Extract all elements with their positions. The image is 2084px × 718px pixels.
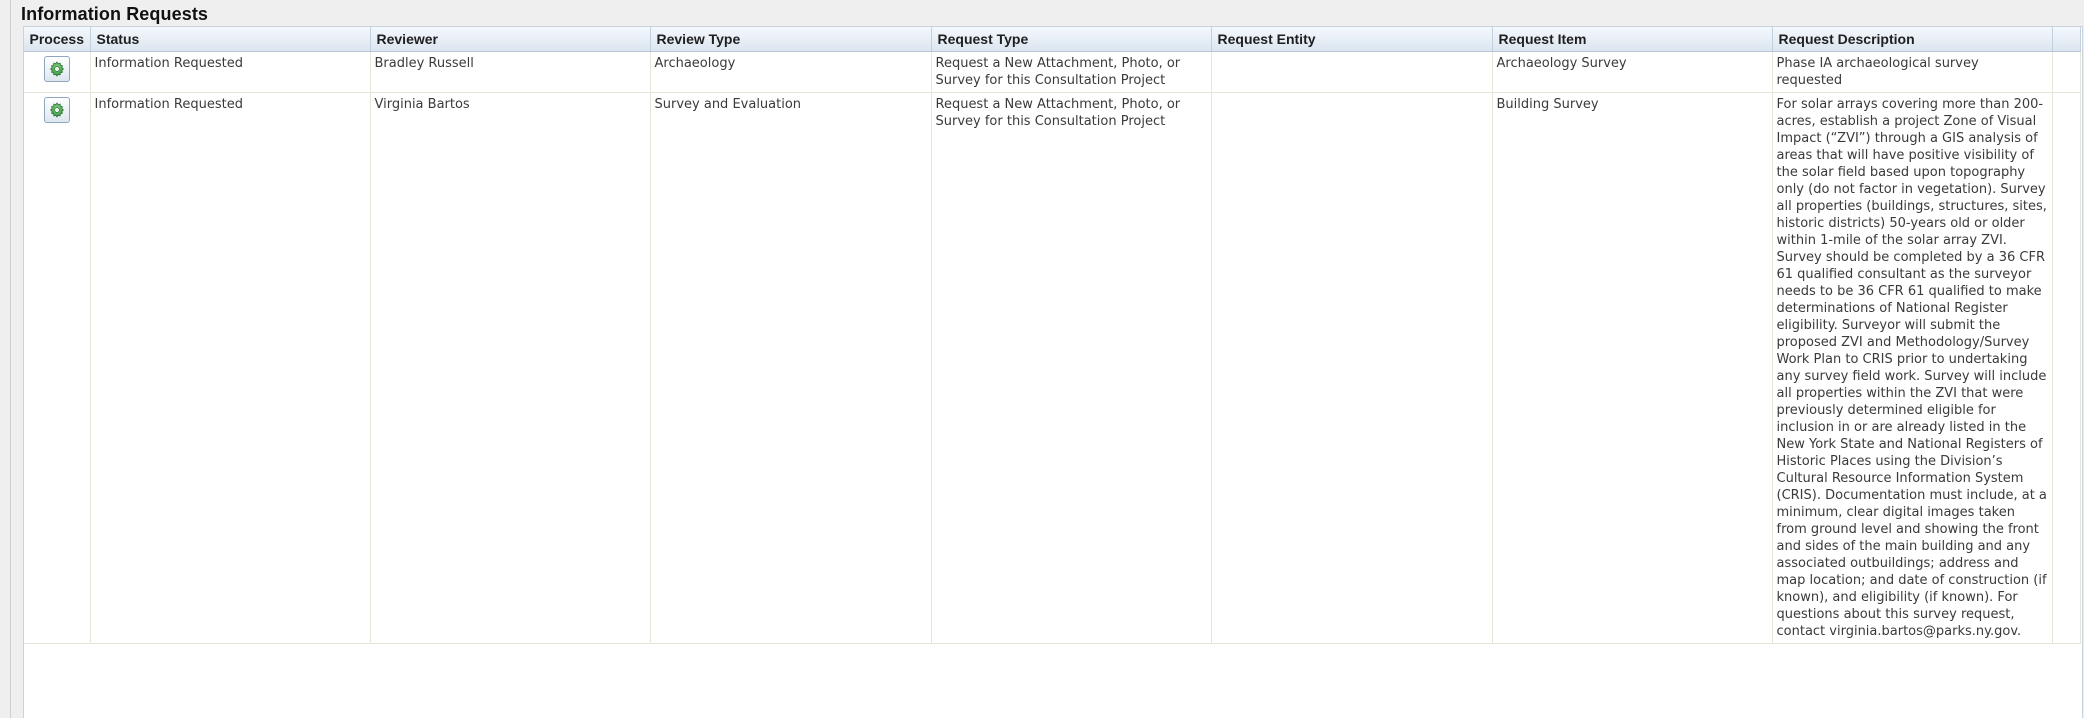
request-description-cell: For solar arrays covering more than 200-… xyxy=(1772,92,2053,644)
column-header-filler xyxy=(2052,27,2081,52)
filler-cell xyxy=(2052,51,2081,93)
process-button[interactable] xyxy=(43,55,70,82)
process-button[interactable] xyxy=(43,96,70,123)
request-entity-cell xyxy=(1211,51,1493,93)
request-item-cell: Archaeology Survey xyxy=(1492,51,1773,93)
column-header-request-description[interactable]: Request Description xyxy=(1772,27,2053,52)
column-header-request-item[interactable]: Request Item xyxy=(1492,27,1773,52)
reviewer-cell: Bradley Russell xyxy=(370,51,651,93)
information-requests-panel: Information Requests Process Status Revi… xyxy=(10,0,2084,718)
review-type-cell: Archaeology xyxy=(650,51,932,93)
information-requests-grid: Process Status Reviewer Review Type Requ… xyxy=(23,26,2083,718)
column-header-request-type[interactable]: Request Type xyxy=(931,27,1212,52)
request-type-cell: Request a New Attachment, Photo, or Surv… xyxy=(931,92,1212,644)
request-entity-cell xyxy=(1211,92,1493,644)
status-cell: Information Requested xyxy=(90,51,371,93)
column-header-request-entity[interactable]: Request Entity xyxy=(1211,27,1493,52)
request-type-cell: Request a New Attachment, Photo, or Surv… xyxy=(931,51,1212,93)
request-description-cell: Phase IA archaeological survey requested xyxy=(1772,51,2053,93)
column-header-reviewer[interactable]: Reviewer xyxy=(370,27,651,52)
column-header-process[interactable]: Process xyxy=(24,27,91,52)
filler-cell xyxy=(2052,92,2081,644)
reviewer-cell: Virginia Bartos xyxy=(370,92,651,644)
table-header-row: Process Status Reviewer Review Type Requ… xyxy=(24,27,2081,52)
gear-icon xyxy=(49,60,64,77)
request-item-cell: Building Survey xyxy=(1492,92,1773,644)
process-cell xyxy=(24,51,91,93)
process-cell xyxy=(24,92,91,644)
review-type-cell: Survey and Evaluation xyxy=(650,92,932,644)
table-row: Information Requested Virginia Bartos Su… xyxy=(24,92,2081,644)
status-cell: Information Requested xyxy=(90,92,371,644)
panel-title: Information Requests xyxy=(21,4,209,24)
column-header-review-type[interactable]: Review Type xyxy=(650,27,932,52)
column-header-status[interactable]: Status xyxy=(90,27,371,52)
table-row: Information Requested Bradley Russell Ar… xyxy=(24,51,2081,93)
gear-icon xyxy=(49,101,64,118)
information-requests-table: Process Status Reviewer Review Type Requ… xyxy=(24,27,2081,644)
